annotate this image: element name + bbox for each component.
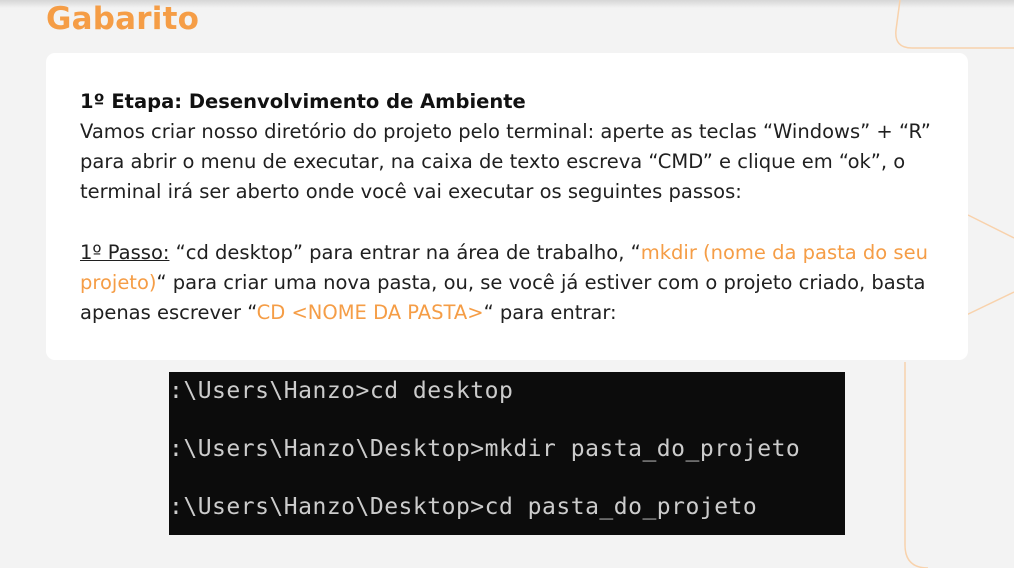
terminal-line-cd-pasta: :\Users\Hanzo\Desktop>cd pasta_do_projet… [169, 494, 758, 520]
step-label: 1º Passo: [80, 241, 170, 264]
terminal-line-mkdir: :\Users\Hanzo\Desktop>mkdir pasta_do_pro… [169, 436, 801, 462]
intro-paragraph: Vamos criar nosso diretório do projeto p… [80, 120, 931, 203]
step-text-1: “cd desktop” para entrar na área de trab… [169, 241, 641, 264]
step-paragraph: 1º Passo: “cd desktop” para entrar na ár… [80, 238, 950, 328]
terminal-screenshot: :\Users\Hanzo>cd desktop :\Users\Hanzo\D… [169, 372, 845, 535]
step-text-3: “ para entrar: [483, 301, 617, 324]
section-heading: 1º Etapa: Desenvolvimento de Ambiente [80, 90, 526, 113]
page-title: Gabarito [46, 1, 200, 37]
content-card: 1º Etapa: Desenvolvimento de Ambiente Va… [46, 53, 968, 360]
terminal-line-cd-desktop: :\Users\Hanzo>cd desktop [169, 378, 514, 404]
step-highlight-cd: CD <NOME DA PASTA> [256, 301, 484, 324]
card-text: 1º Etapa: Desenvolvimento de Ambiente Va… [80, 87, 950, 328]
